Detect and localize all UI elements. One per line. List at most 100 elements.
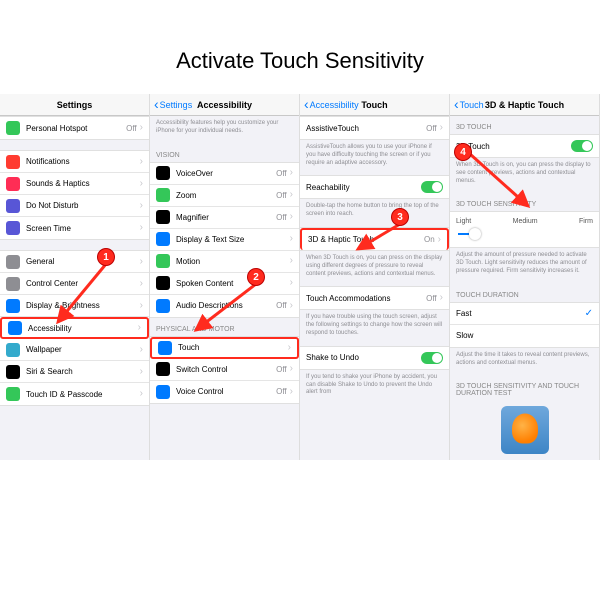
- callout-1: 1: [98, 249, 114, 265]
- row-icon: [156, 276, 170, 290]
- nav-title: Accessibility: [197, 100, 252, 110]
- callout-4: 4: [455, 144, 471, 160]
- list-row[interactable]: Sounds & Haptics: [0, 173, 149, 195]
- row-slow[interactable]: Slow: [450, 325, 599, 347]
- row-label: Voice Control: [176, 387, 276, 396]
- row-label: Reachability: [306, 183, 421, 192]
- row-label: Shake to Undo: [306, 353, 421, 362]
- row-label: Magnifier: [176, 213, 276, 222]
- row-label: Screen Time: [26, 224, 140, 233]
- list-row[interactable]: Switch ControlOff: [150, 359, 299, 381]
- navbar-settings: Settings: [0, 94, 149, 116]
- list-row[interactable]: Voice ControlOff: [150, 381, 299, 403]
- row-label: Motion: [176, 257, 290, 266]
- row-icon: [6, 199, 20, 213]
- row-value: Off: [426, 124, 437, 133]
- row-icon: [156, 385, 170, 399]
- row-icon: [6, 255, 20, 269]
- intro-note: Accessibility features help you customiz…: [150, 116, 299, 144]
- row-icon: [6, 121, 20, 135]
- row-label: VoiceOver: [176, 169, 276, 178]
- row-label: Touch Accommodations: [306, 294, 426, 303]
- row-label: Switch Control: [176, 365, 276, 374]
- back-button[interactable]: Touch: [454, 100, 484, 110]
- list-row[interactable]: Touch AccommodationsOff: [300, 287, 449, 309]
- list-row[interactable]: Personal HotspotOff: [0, 117, 149, 139]
- list-row[interactable]: Audio DescriptionsOff: [150, 295, 299, 317]
- row-icon: [6, 387, 20, 401]
- row-label: Wallpaper: [26, 345, 140, 354]
- list-row[interactable]: MagnifierOff: [150, 207, 299, 229]
- row-icon: [156, 232, 170, 246]
- sensitivity-slider[interactable]: [458, 233, 591, 235]
- row-icon: [6, 277, 20, 291]
- back-button[interactable]: Accessibility: [304, 100, 359, 110]
- row-value: Off: [276, 387, 287, 396]
- list-row[interactable]: Display & Brightness: [0, 295, 149, 317]
- slider-medium: Medium: [513, 218, 538, 225]
- row-3d-touch[interactable]: 3D Touch: [450, 135, 599, 157]
- callout-2: 2: [248, 269, 264, 285]
- list-row[interactable]: Touch: [150, 337, 299, 359]
- list-row[interactable]: Control Center: [0, 273, 149, 295]
- row-note: AssistiveTouch allows you to use your iP…: [300, 140, 449, 175]
- back-button[interactable]: Settings: [154, 100, 192, 110]
- nav-title: 3D & Haptic Touch: [485, 100, 564, 110]
- list-row[interactable]: General: [0, 251, 149, 273]
- row-icon: [156, 362, 170, 376]
- row-icon: [156, 254, 170, 268]
- section-3dtouch: 3D TOUCH: [450, 116, 599, 134]
- list-row[interactable]: Do Not Disturb: [0, 195, 149, 217]
- row-note: If you tend to shake your iPhone by acci…: [300, 370, 449, 405]
- row-icon: [158, 341, 172, 355]
- list-row[interactable]: Screen Time: [0, 217, 149, 239]
- list-row[interactable]: ZoomOff: [150, 185, 299, 207]
- row-label: General: [26, 257, 140, 266]
- section-test: 3D TOUCH SENSITIVITY AND TOUCH DURATION …: [450, 375, 599, 400]
- note: When 3D Touch is on, you can press the d…: [450, 158, 599, 193]
- row-label: Spoken Content: [176, 279, 290, 288]
- row-label: Notifications: [26, 157, 140, 166]
- row-icon: [8, 321, 22, 335]
- list-row[interactable]: Touch ID & Passcode: [0, 383, 149, 405]
- panel-3d-touch: Touch 3D & Haptic Touch 3D TOUCH 3D Touc…: [450, 94, 600, 460]
- row-note: Double-tap the home button to bring the …: [300, 199, 449, 227]
- list-row[interactable]: Wallpaper: [0, 339, 149, 361]
- list-row[interactable]: Shake to Undo: [300, 347, 449, 369]
- row-icon: [6, 299, 20, 313]
- row-icon: [156, 188, 170, 202]
- row-fast[interactable]: Fast✓: [450, 303, 599, 325]
- toggle-3d-touch[interactable]: [571, 140, 593, 152]
- list-row[interactable]: Notifications: [0, 151, 149, 173]
- row-label: Touch: [178, 343, 288, 352]
- row-value: Off: [276, 301, 287, 310]
- list-row[interactable]: VoiceOverOff: [150, 163, 299, 185]
- note: Adjust the amount of pressure needed to …: [450, 248, 599, 283]
- list-row[interactable]: AssistiveTouchOff: [300, 117, 449, 139]
- row-label: Display & Brightness: [26, 301, 140, 310]
- row-label: Touch ID & Passcode: [26, 390, 140, 399]
- list-row[interactable]: Accessibility: [0, 317, 149, 339]
- row-label: 3D Touch: [456, 142, 571, 151]
- list-row[interactable]: Motion: [150, 251, 299, 273]
- row-icon: [156, 210, 170, 224]
- row-value: Off: [276, 191, 287, 200]
- list-row[interactable]: Display & Text Size: [150, 229, 299, 251]
- list-row[interactable]: 3D & Haptic TouchOn: [300, 228, 449, 250]
- slider-firm: Firm: [579, 218, 593, 225]
- toggle[interactable]: [421, 181, 443, 193]
- navbar-3dtouch: Touch 3D & Haptic Touch: [450, 94, 599, 116]
- toggle[interactable]: [421, 352, 443, 364]
- section-duration: TOUCH DURATION: [450, 284, 599, 302]
- list-row[interactable]: Spoken Content: [150, 273, 299, 295]
- list-row[interactable]: Siri & Search: [0, 361, 149, 383]
- panel-accessibility: Settings Accessibility Accessibility fea…: [150, 94, 300, 460]
- row-label: Sounds & Haptics: [26, 179, 140, 188]
- test-image[interactable]: [501, 406, 549, 454]
- list-row[interactable]: Reachability: [300, 176, 449, 198]
- row-note: When 3D Touch is on, you can press on th…: [300, 251, 449, 286]
- callout-3: 3: [392, 209, 408, 225]
- row-label: AssistiveTouch: [306, 124, 426, 133]
- row-label: Audio Descriptions: [176, 301, 276, 310]
- row-icon: [6, 177, 20, 191]
